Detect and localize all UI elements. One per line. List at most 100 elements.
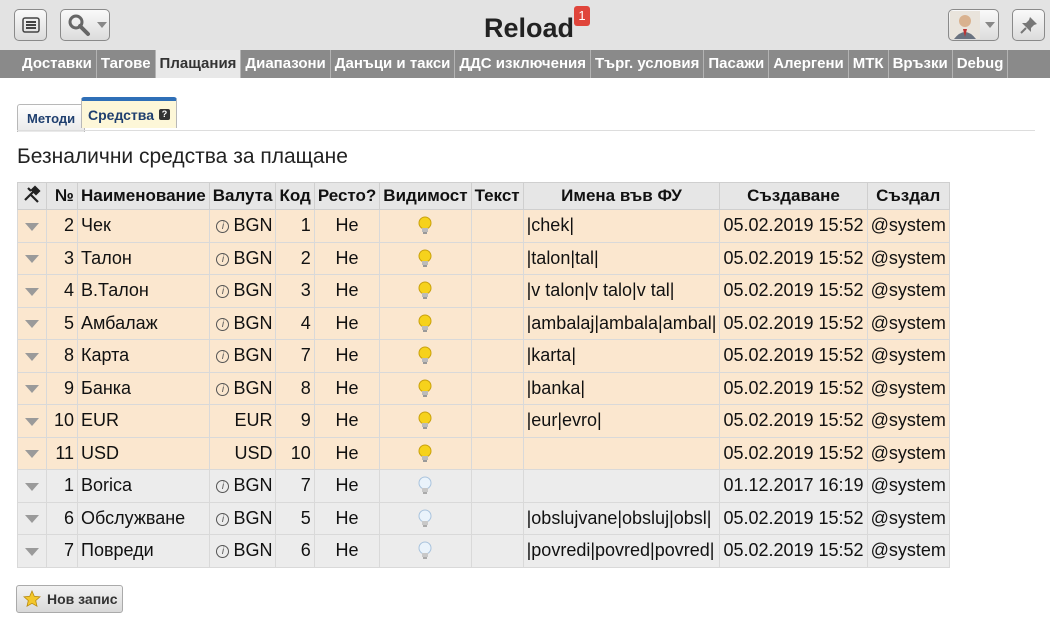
triangle-down-icon bbox=[25, 320, 39, 328]
col-text[interactable]: Текст bbox=[470, 182, 524, 210]
cell-visibility[interactable] bbox=[379, 469, 472, 503]
table-row[interactable]: 4 В.Талон i BGN 3 Не |v talon|v talo|v tal| 05.… bbox=[17, 274, 950, 308]
info-icon[interactable]: i bbox=[216, 545, 230, 558]
lightbulb-on-icon[interactable] bbox=[417, 215, 433, 235]
row-menu-button[interactable] bbox=[17, 469, 47, 503]
lightbulb-off-icon[interactable] bbox=[417, 540, 433, 560]
cell-created: 05.02.2019 15:52 bbox=[719, 339, 868, 373]
tab-means-label: Средства bbox=[88, 106, 155, 123]
triangle-down-icon bbox=[25, 222, 39, 231]
info-icon[interactable]: i bbox=[216, 350, 230, 363]
lightbulb-off-icon[interactable] bbox=[417, 475, 433, 495]
col-code[interactable]: Код bbox=[275, 182, 315, 210]
info-icon[interactable]: i bbox=[216, 252, 230, 266]
row-menu-button[interactable] bbox=[17, 339, 47, 373]
table-row[interactable]: 1 Borica i BGN 7 Не 01.12.2017 16:19 @system bbox=[17, 469, 950, 503]
row-menu-button[interactable] bbox=[17, 306, 47, 340]
cell-visibility[interactable] bbox=[379, 274, 472, 308]
info-icon[interactable]: i bbox=[216, 512, 230, 526]
nav-tab[interactable]: Диапазони bbox=[241, 50, 331, 78]
row-menu-button[interactable] bbox=[17, 534, 47, 568]
cell-name: В.Талон bbox=[77, 274, 210, 308]
cell-name: USD bbox=[77, 436, 210, 470]
nav-tab[interactable]: Доставки bbox=[18, 50, 97, 78]
currency-value: BGN bbox=[233, 280, 273, 301]
col-currency[interactable]: Валута bbox=[208, 182, 277, 210]
cell-visibility[interactable] bbox=[379, 371, 472, 405]
cell-visibility[interactable] bbox=[379, 404, 472, 438]
col-created[interactable]: Създаване bbox=[719, 182, 868, 210]
row-menu-button[interactable] bbox=[17, 501, 47, 535]
cell-visibility[interactable] bbox=[379, 534, 472, 568]
col-created-by[interactable]: Създал bbox=[866, 182, 950, 210]
table-row[interactable]: 6 Обслужване i BGN 5 Не |obslujvane|obsluj|obs… bbox=[17, 501, 950, 535]
col-no[interactable]: № bbox=[46, 182, 78, 210]
nav-tab[interactable]: Връзки bbox=[889, 50, 953, 78]
row-menu-button[interactable] bbox=[17, 404, 47, 438]
lightbulb-on-icon[interactable] bbox=[417, 313, 433, 333]
table-row[interactable]: 3 Талон i BGN 2 Не |talon|tal| 05.02.2019 15:52… bbox=[17, 241, 950, 275]
info-icon[interactable]: i bbox=[216, 317, 230, 331]
table-row[interactable]: 11 USD USD 10 Не 05.02.2019 15:52 @system bbox=[17, 436, 950, 470]
lightbulb-off-icon[interactable] bbox=[417, 508, 433, 528]
table-row[interactable]: 7 Повреди i BGN 6 Не |povredi|povred|povred| 05… bbox=[17, 534, 950, 568]
info-icon[interactable]: i bbox=[216, 285, 230, 298]
notification-badge[interactable]: 1 bbox=[574, 6, 590, 26]
lightbulb-on-icon[interactable] bbox=[417, 378, 433, 398]
nav-tab[interactable]: Debug bbox=[953, 50, 1009, 78]
nav-tab[interactable]: ДДС изключения bbox=[455, 50, 591, 78]
cell-visibility[interactable] bbox=[379, 339, 472, 373]
menu-button[interactable] bbox=[14, 9, 47, 41]
col-visibility[interactable]: Видимост bbox=[379, 182, 472, 210]
lightbulb-on-icon[interactable] bbox=[417, 280, 433, 300]
currency-value: BGN bbox=[233, 377, 273, 398]
table-row[interactable]: 10 EUR EUR 9 Не |eur|evro| 05.02.2019 15:52 @sy… bbox=[17, 404, 950, 438]
table-row[interactable]: 8 Карта i BGN 7 Не |karta| 05.02.2019 15:52 @sys… bbox=[17, 339, 950, 373]
nav-tab[interactable]: Пасажи bbox=[704, 50, 770, 78]
info-icon[interactable]: i bbox=[216, 480, 230, 493]
row-menu-button[interactable] bbox=[17, 209, 47, 243]
cell-text bbox=[470, 469, 524, 503]
cell-visibility[interactable] bbox=[379, 306, 472, 340]
user-menu-button[interactable] bbox=[948, 9, 999, 41]
cell-text bbox=[470, 241, 524, 275]
cell-change: Не bbox=[313, 209, 381, 243]
table-row[interactable]: 9 Банка i BGN 8 Не |banka| 05.02.2019 15:52 @sys… bbox=[17, 371, 950, 405]
cell-change: Не bbox=[313, 274, 381, 308]
new-record-button[interactable]: Нов запис bbox=[16, 585, 123, 613]
search-button[interactable] bbox=[60, 9, 110, 41]
cell-visibility[interactable] bbox=[379, 209, 472, 243]
help-icon[interactable]: ? bbox=[159, 109, 171, 120]
row-menu-button[interactable] bbox=[17, 241, 47, 275]
info-icon[interactable]: i bbox=[216, 382, 230, 396]
cell-text bbox=[470, 404, 524, 438]
table-row[interactable]: 5 Амбалаж i BGN 4 Не |ambalaj|ambala|ambal| 05.… bbox=[17, 306, 950, 340]
lightbulb-on-icon[interactable] bbox=[417, 345, 433, 365]
cell-visibility[interactable] bbox=[379, 241, 472, 275]
cell-visibility[interactable] bbox=[379, 436, 472, 470]
tools-icon[interactable] bbox=[17, 182, 47, 210]
lightbulb-on-icon[interactable] bbox=[417, 248, 433, 268]
pin-button[interactable] bbox=[1012, 9, 1045, 41]
nav-tab[interactable]: Търг. условия bbox=[591, 50, 705, 78]
col-change[interactable]: Ресто? bbox=[313, 182, 381, 210]
nav-tab[interactable]: Плащания bbox=[155, 50, 242, 78]
nav-tab[interactable]: Алергени bbox=[769, 50, 849, 78]
table-row[interactable]: 2 Чек i BGN 1 Не |chek| 05.02.2019 15:52 @system bbox=[17, 209, 950, 243]
col-name[interactable]: Наименование bbox=[77, 182, 210, 210]
info-icon[interactable]: i bbox=[216, 220, 230, 233]
col-fu-names[interactable]: Имена във ФУ bbox=[522, 182, 721, 210]
avatar bbox=[950, 11, 980, 39]
cell-created: 05.02.2019 15:52 bbox=[719, 436, 868, 470]
row-menu-button[interactable] bbox=[17, 436, 47, 470]
lightbulb-on-icon[interactable] bbox=[417, 443, 433, 463]
nav-tab[interactable]: Данъци и такси bbox=[331, 50, 456, 78]
tab-means[interactable]: Средства? bbox=[81, 97, 178, 128]
row-menu-button[interactable] bbox=[17, 371, 47, 405]
tab-methods[interactable]: Методи bbox=[17, 104, 86, 132]
nav-tab[interactable]: МТК bbox=[849, 50, 889, 78]
lightbulb-on-icon[interactable] bbox=[417, 410, 433, 430]
cell-visibility[interactable] bbox=[379, 501, 472, 535]
row-menu-button[interactable] bbox=[17, 274, 47, 308]
nav-tab[interactable]: Тагове bbox=[97, 50, 156, 78]
